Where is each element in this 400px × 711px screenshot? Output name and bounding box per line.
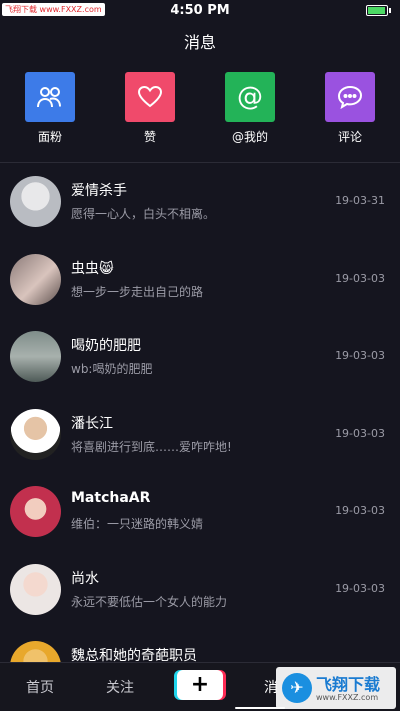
category-row: 面粉 赞 @ @我的 评论 — [0, 72, 400, 148]
list-item[interactable]: 潘长江 将喜剧进行到底……爱咋咋地! 19-03-03 — [0, 396, 400, 474]
message-preview: 永远不要低估一个女人的能力 — [71, 594, 228, 609]
status-time: 4:50 PM — [170, 3, 230, 18]
at-icon: @ — [225, 72, 275, 122]
contact-name: MatchaAR — [71, 490, 151, 506]
watermark-logo-icon: ✈ — [282, 673, 312, 703]
category-comments-label: 评论 — [337, 130, 362, 144]
category-comments[interactable]: 评论 — [310, 72, 390, 145]
message-date: 19-03-03 — [335, 581, 385, 595]
message-preview: 愿得一心人，白头不相离。 — [71, 207, 216, 221]
category-fans-label: 面粉 — [37, 130, 62, 144]
list-item[interactable]: 尚水 永远不要低估一个女人的能力 19-03-03 — [0, 551, 400, 629]
message-preview: 将喜剧进行到底……爱咋咋地! — [71, 439, 232, 454]
category-fans[interactable]: 面粉 — [10, 72, 90, 145]
create-button[interactable]: + — [177, 670, 223, 700]
message-date: 19-03-03 — [335, 426, 385, 440]
avatar[interactable] — [10, 176, 61, 227]
contact-name: 潘长江 — [71, 415, 113, 432]
watermark-title: 飞翔下载 — [316, 675, 381, 694]
message-preview: 维伯：一只迷路的韩义婧 — [71, 517, 204, 531]
watermark-url: www.FXXZ.com — [316, 693, 379, 702]
comment-icon — [325, 72, 375, 122]
tab-bar: 首页 关注 + 消 ✈ 飞翔下载 www.FXXZ.com — [0, 662, 400, 711]
battery-icon — [366, 5, 391, 16]
list-item[interactable]: MatchaAR 维伯：一只迷路的韩义婧 19-03-03 — [0, 473, 400, 551]
tab-follow[interactable]: 关注 — [106, 677, 134, 697]
avatar[interactable] — [10, 408, 61, 460]
message-preview: wb:喝奶的肥肥 — [71, 362, 153, 376]
list-item[interactable]: 爱情杀手 愿得一心人，白头不相离。 19-03-31 — [0, 163, 400, 241]
avatar[interactable] — [10, 253, 61, 305]
message-date: 19-03-03 — [335, 271, 385, 285]
tab-home[interactable]: 首页 — [26, 677, 54, 697]
message-date: 19-03-03 — [335, 349, 385, 362]
heart-icon — [125, 72, 175, 122]
list-item[interactable]: 虫虫😸 想一步一步走出自己的路 19-03-03 — [0, 241, 400, 319]
category-mentions[interactable]: @ @我的 — [210, 72, 290, 145]
avatar[interactable] — [10, 563, 61, 615]
avatar[interactable] — [10, 486, 61, 537]
category-mentions-label: @我的 — [231, 130, 268, 144]
message-date: 19-03-31 — [335, 194, 385, 207]
list-item[interactable]: 喝奶的肥肥 wb:喝奶的肥肥 19-03-03 — [0, 318, 400, 396]
contact-name: 尚水 — [71, 570, 99, 587]
fans-icon — [25, 72, 75, 122]
page-title: 消息 — [183, 33, 216, 52]
status-bar: 飞翔下载 www.FXXZ.com 4:50 PM — [0, 0, 400, 20]
site-watermark-badge: ✈ 飞翔下载 www.FXXZ.com — [276, 667, 396, 709]
avatar[interactable] — [10, 331, 61, 382]
category-likes-label: 赞 — [143, 130, 156, 144]
message-list: 爱情杀手 愿得一心人，白头不相离。 19-03-31 虫虫😸 想一步一步走出自己… — [0, 163, 400, 706]
message-date: 19-03-03 — [335, 504, 385, 517]
contact-name: 爱情杀手 — [71, 183, 127, 199]
contact-name: 喝奶的肥肥 — [71, 338, 141, 354]
category-likes[interactable]: 赞 — [110, 72, 190, 145]
contact-name: 虫虫😸 — [71, 260, 114, 277]
message-preview: 想一步一步走出自己的路 — [71, 284, 204, 299]
